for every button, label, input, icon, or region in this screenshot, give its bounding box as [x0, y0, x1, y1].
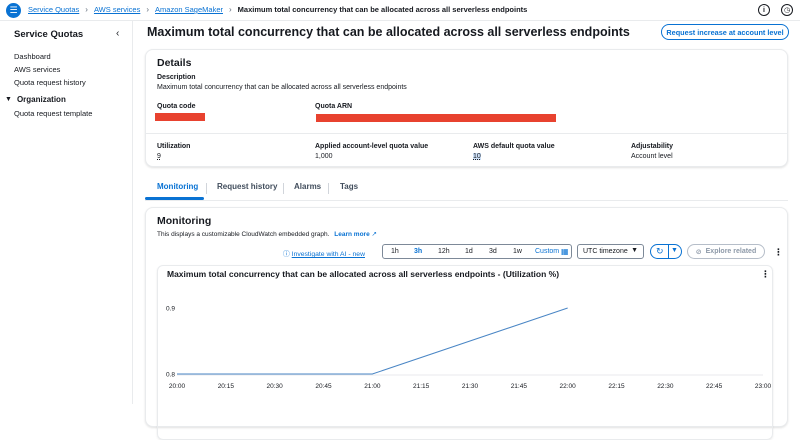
- utilization-value[interactable]: 9: [157, 153, 161, 160]
- details-card: Details Description Maximum total concur…: [145, 49, 788, 167]
- x-tick-label: 22:15: [608, 383, 625, 390]
- range-1w[interactable]: 1w: [513, 248, 522, 255]
- breadcrumb-aws-services[interactable]: AWS services: [94, 5, 140, 14]
- timezone-value: UTC timezone: [583, 248, 628, 255]
- tab-separator: [283, 183, 284, 194]
- quota-code-label: Quota code: [157, 103, 196, 110]
- history-icon[interactable]: ◷: [781, 4, 793, 16]
- monitoring-heading: Monitoring: [157, 215, 212, 227]
- x-tick-label: 21:15: [413, 383, 430, 390]
- quota-arn-redacted: [316, 114, 556, 122]
- y-tick-label: 0.9: [166, 306, 175, 313]
- monitoring-description: This displays a customizable CloudWatch …: [157, 230, 377, 238]
- tab-monitoring[interactable]: Monitoring: [157, 182, 198, 191]
- chevron-right-icon: ›: [228, 5, 232, 14]
- tab-tags[interactable]: Tags: [340, 182, 358, 191]
- range-3h[interactable]: 3h: [414, 248, 422, 255]
- menu-icon[interactable]: ☰: [6, 3, 21, 18]
- timezone-select[interactable]: UTC timezone ▼: [577, 244, 644, 259]
- x-tick-label: 21:00: [364, 383, 381, 390]
- time-range-selector: 1h 3h 12h 1d 3d 1w Custom ▦: [382, 244, 572, 259]
- chevron-right-icon: ›: [146, 5, 150, 14]
- series-line: [177, 307, 568, 375]
- x-tick-label: 21:45: [511, 383, 528, 390]
- compass-icon: ⊘: [695, 248, 702, 256]
- applied-quota-value: 1,000: [315, 153, 333, 160]
- tab-separator: [328, 183, 329, 194]
- range-3d[interactable]: 3d: [489, 248, 497, 255]
- tab-bar: Monitoring Request history Alarms Tags: [145, 179, 788, 201]
- adjustability-value: Account level: [631, 153, 673, 160]
- breadcrumb-sagemaker[interactable]: Amazon SageMaker: [155, 5, 223, 14]
- refresh-divider: [668, 245, 669, 258]
- range-1d[interactable]: 1d: [465, 248, 473, 255]
- x-tick-label: 23:00: [755, 383, 772, 390]
- refresh-icon: ↻: [656, 246, 664, 256]
- main-content: Maximum total concurrency that can be al…: [133, 21, 800, 440]
- top-bar: ☰ Service Quotas › AWS services › Amazon…: [0, 0, 800, 21]
- range-1h[interactable]: 1h: [391, 248, 399, 255]
- more-options-icon[interactable]: ⋮: [774, 247, 783, 258]
- breadcrumb-service-quotas[interactable]: Service Quotas: [28, 5, 79, 14]
- utilization-label: Utilization: [157, 143, 191, 150]
- divider: [146, 133, 787, 134]
- caret-down-icon: ▼: [5, 96, 12, 103]
- adjustability-label: Adjustability: [631, 143, 674, 150]
- range-custom[interactable]: Custom: [535, 248, 559, 255]
- chart-svg: 0.8 0.9 20:00 20:15 20:30 20:45 21:00 21:15 21:3…: [166, 306, 772, 391]
- investigate-ai-link[interactable]: ⓘ Investigate with AI - new: [283, 248, 365, 258]
- x-tick-label: 20:30: [267, 383, 284, 390]
- breadcrumb-current: Maximum total concurrency that can be al…: [237, 5, 528, 14]
- investigate-ai-label: Investigate with AI - new: [291, 251, 365, 258]
- sidebar-item-aws-services[interactable]: AWS services: [14, 65, 60, 74]
- applied-quota-label: Applied account-level quota value: [315, 143, 429, 150]
- quota-code-redacted: [155, 113, 205, 121]
- monitoring-description-text: This displays a customizable CloudWatch …: [157, 231, 330, 238]
- description-value: Maximum total concurrency that can be al…: [157, 84, 407, 91]
- caret-down-icon[interactable]: ▼: [671, 247, 678, 254]
- breadcrumb: Service Quotas › AWS services › Amazon S…: [28, 5, 527, 14]
- sidebar: Service Quotas ‹ Dashboard AWS services …: [0, 21, 133, 404]
- tab-alarms[interactable]: Alarms: [294, 182, 321, 191]
- x-tick-label: 20:15: [218, 383, 235, 390]
- chevron-left-icon[interactable]: ‹: [116, 28, 119, 39]
- sidebar-title: Service Quotas: [14, 29, 84, 40]
- description-label: Description: [157, 74, 196, 81]
- page-title: Maximum total concurrency that can be al…: [147, 25, 630, 39]
- monitoring-card: Monitoring This displays a customizable …: [145, 207, 788, 440]
- external-link-icon: ↗: [371, 231, 377, 238]
- x-tick-label: 20:00: [169, 383, 186, 390]
- sidebar-item-quota-request-history[interactable]: Quota request history: [14, 78, 86, 87]
- explore-related-label: Explore related: [705, 248, 757, 255]
- learn-more-link[interactable]: Learn more: [334, 231, 369, 238]
- info-circle-icon: ⓘ: [283, 251, 290, 258]
- default-quota-label: AWS default quota value: [473, 143, 555, 150]
- tab-separator: [206, 183, 207, 194]
- caret-down-icon: ▼: [631, 247, 638, 254]
- chevron-right-icon: ›: [85, 5, 88, 14]
- active-tab-indicator: [145, 197, 204, 200]
- details-heading: Details: [157, 57, 192, 69]
- refresh-button[interactable]: ↻ ▼: [650, 244, 682, 259]
- x-tick-label: 22:45: [706, 383, 723, 390]
- default-quota-value[interactable]: 10: [473, 153, 481, 160]
- info-icon[interactable]: i: [758, 4, 770, 16]
- sidebar-item-quota-request-template[interactable]: Quota request template: [14, 109, 92, 118]
- x-tick-label: 22:00: [560, 383, 577, 390]
- y-tick-label: 0.8: [166, 372, 175, 379]
- x-tick-label: 21:30: [462, 383, 479, 390]
- range-12h[interactable]: 12h: [438, 248, 450, 255]
- cloudwatch-graph: Maximum total concurrency that can be al…: [157, 265, 773, 440]
- sidebar-section-organization[interactable]: ▼ Organization: [5, 95, 66, 104]
- tab-request-history[interactable]: Request history: [217, 182, 277, 191]
- request-increase-button[interactable]: Request increase at account level: [661, 24, 789, 40]
- explore-related-button[interactable]: ⊘ Explore related: [687, 244, 765, 259]
- x-tick-label: 20:45: [315, 383, 332, 390]
- sidebar-section-label: Organization: [16, 95, 66, 104]
- quota-arn-label: Quota ARN: [315, 103, 353, 110]
- x-tick-label: 22:30: [657, 383, 674, 390]
- sidebar-item-dashboard[interactable]: Dashboard: [14, 52, 51, 61]
- calendar-icon[interactable]: ▦: [561, 247, 569, 256]
